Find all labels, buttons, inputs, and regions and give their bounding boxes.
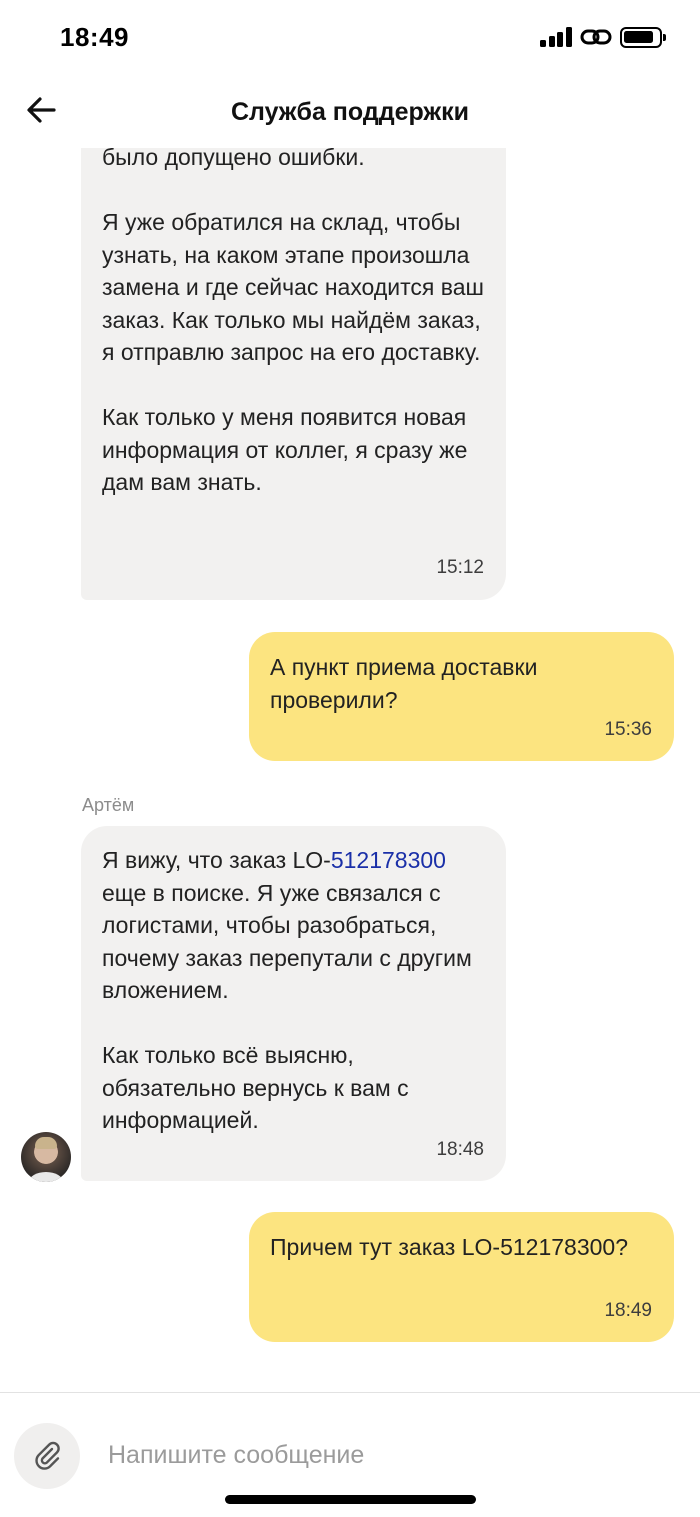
avatar[interactable] xyxy=(21,1132,71,1182)
message-time: 15:36 xyxy=(604,718,652,740)
order-number-link[interactable]: 512178300 xyxy=(331,847,446,873)
header: Служба поддержки xyxy=(0,78,700,148)
message-text: было допущено ошибки. Я уже обратился на… xyxy=(102,148,484,495)
message-text: А пункт приема доставки проверили? xyxy=(270,654,538,713)
outgoing-message: А пункт приема доставки проверили? 15:36 xyxy=(249,632,674,761)
signal-icon xyxy=(540,27,572,47)
status-time: 18:49 xyxy=(60,22,129,52)
page-title: Служба поддержки xyxy=(230,98,470,126)
message-time: 18:48 xyxy=(436,1138,484,1160)
attach-button[interactable] xyxy=(14,1423,80,1489)
incoming-message: было допущено ошибки. Я уже обратился на… xyxy=(81,148,506,600)
outgoing-message: Причем тут заказ LO-512178300? 18:49 xyxy=(249,1212,674,1342)
incoming-message: Я вижу, что заказ LO-512178300 еще в пои… xyxy=(81,826,506,1181)
message-text-part: еще в поиске. Я уже связался с логистами… xyxy=(102,879,472,1134)
message-text: Причем тут заказ LO-512178300? xyxy=(270,1234,628,1260)
composer xyxy=(0,1392,700,1517)
link-icon xyxy=(580,29,612,45)
message-input[interactable] xyxy=(108,1435,668,1475)
message-text: Я вижу, что заказ LO-512178300 еще в пои… xyxy=(102,826,486,1137)
chat-thread[interactable]: было допущено ошибки. Я уже обратился на… xyxy=(0,148,700,1392)
message-text-part: Я вижу, что заказ LO- xyxy=(102,847,331,873)
message-time: 18:49 xyxy=(604,1299,652,1321)
battery-icon xyxy=(620,27,666,48)
sender-name: Артём xyxy=(82,795,135,815)
status-bar: 18:49 xyxy=(0,0,700,78)
message-time: 15:12 xyxy=(436,556,484,578)
paperclip-icon xyxy=(35,1441,60,1470)
home-indicator xyxy=(225,1495,476,1504)
